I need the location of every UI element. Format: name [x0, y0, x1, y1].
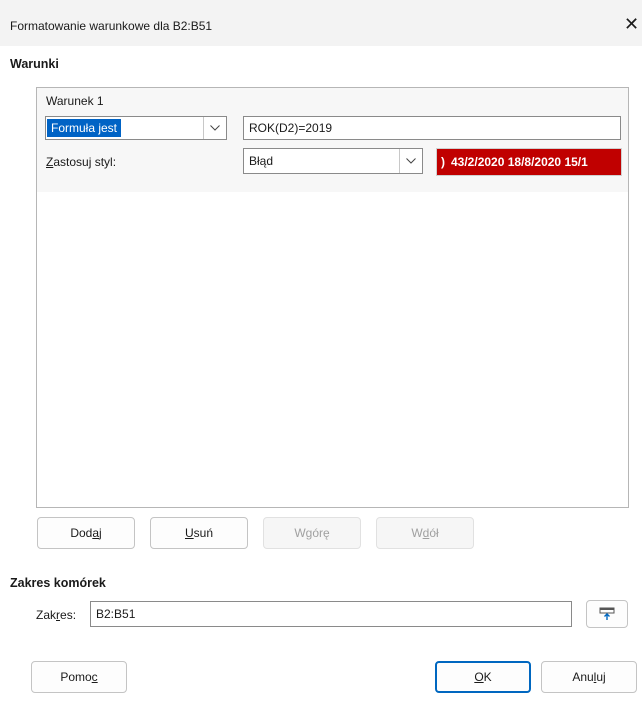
range-section-label: Zakres komórek: [10, 576, 106, 590]
style-select[interactable]: Błąd: [243, 148, 423, 174]
conditions-section-label: Warunki: [10, 57, 59, 71]
range-picker-button[interactable]: [586, 600, 628, 628]
style-preview: ) 43/2/2020 18/8/2020 15/1: [436, 148, 622, 176]
remove-condition-button[interactable]: Usuń: [150, 517, 248, 549]
range-label: Zakres:: [36, 608, 77, 622]
chevron-down-icon[interactable]: [203, 117, 226, 139]
style-preview-text: 43/2/2020 18/8/2020 15/1: [451, 155, 588, 169]
shrink-icon: [599, 607, 615, 620]
condition-type-value: Formuła jest: [47, 119, 122, 137]
close-icon[interactable]: ✕: [624, 12, 642, 36]
style-value: Błąd: [249, 154, 274, 168]
move-up-button[interactable]: W g órę: [263, 517, 361, 549]
condition-type-select[interactable]: Formuła jest: [45, 116, 227, 140]
add-condition-button[interactable]: Dod a j: [37, 517, 135, 549]
condition-title: Warunek 1: [46, 94, 104, 108]
help-button[interactable]: Pomo c: [31, 661, 127, 693]
window-title: Formatowanie warunkowe dla B2:B51: [10, 19, 213, 33]
condition-entry[interactable]: [37, 88, 628, 192]
cancel-button[interactable]: Anu l uj: [541, 661, 637, 693]
formula-input[interactable]: ROK(D2)=2019: [243, 116, 621, 140]
range-input[interactable]: B2:B51: [90, 601, 572, 627]
apply-style-label: Zastosuj styl:: [46, 155, 117, 169]
ok-button[interactable]: OK: [435, 661, 531, 693]
chevron-down-icon[interactable]: [399, 149, 422, 173]
move-down-button[interactable]: W d ół: [376, 517, 474, 549]
